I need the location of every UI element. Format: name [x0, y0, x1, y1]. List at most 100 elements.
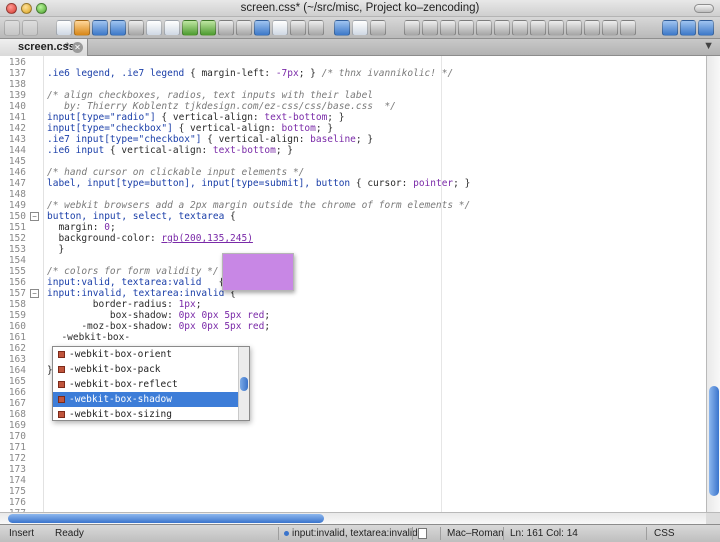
debug-icon[interactable] [494, 20, 510, 36]
tools-icon[interactable] [308, 20, 324, 36]
line-number: 160 [8, 321, 26, 332]
help-icon[interactable] [698, 20, 714, 36]
paste-icon[interactable] [164, 20, 180, 36]
cut-icon[interactable] [128, 20, 144, 36]
print-icon[interactable] [272, 20, 288, 36]
status-language[interactable]: CSS [654, 528, 675, 539]
bottom-pane-icon[interactable] [370, 20, 386, 36]
status-insert-mode[interactable]: Insert [9, 528, 34, 539]
file-icon[interactable] [418, 528, 427, 539]
line-number-gutter: 136 137 138 139 140 141 142 143 144 145 146 147 148 1… [0, 56, 44, 512]
fold-toggle-icon[interactable]: − [30, 289, 39, 298]
tab-screen-css[interactable]: screen.css * ✕ [0, 39, 88, 56]
vertical-scroll-thumb[interactable] [709, 386, 719, 496]
macro-stop-icon[interactable] [458, 20, 474, 36]
horizontal-scrollbar[interactable] [0, 512, 720, 525]
code-comment: /* hand cursor on clickable input elemen… [47, 167, 305, 178]
autocomplete-item[interactable]: -webkit-box-orient [53, 347, 239, 362]
close-icon[interactable]: ✕ [72, 42, 83, 53]
code-line: -moz-box-shadow: 0px 0px 5px red; [47, 321, 271, 332]
fold-toggle-icon[interactable]: − [30, 212, 39, 221]
css-property-icon [58, 381, 65, 388]
right-margin-guide [441, 56, 442, 512]
continue-icon[interactable] [584, 20, 600, 36]
step-over-icon[interactable] [530, 20, 546, 36]
line-number: 176 [8, 497, 26, 508]
code-editor[interactable]: 136 137 138 139 140 141 142 143 144 145 146 147 148 1… [0, 56, 706, 512]
line-number: 144 [8, 145, 26, 156]
terminal-icon[interactable] [680, 20, 696, 36]
line-number: 149 [8, 200, 26, 211]
color-value-link[interactable]: rgb(200,135,245) [161, 233, 253, 244]
forward-icon[interactable] [22, 20, 38, 36]
back-icon[interactable] [4, 20, 20, 36]
step-icon[interactable] [512, 20, 528, 36]
tab-list-dropdown-icon[interactable]: ▼ [703, 40, 714, 52]
right-pane-icon[interactable] [352, 20, 368, 36]
copy-icon[interactable] [146, 20, 162, 36]
code-comment: /* colors for form validity */ [47, 266, 219, 277]
save-all-icon[interactable] [110, 20, 126, 36]
line-number: 145 [8, 156, 26, 167]
find-icon[interactable] [218, 20, 234, 36]
project-icon[interactable] [662, 20, 678, 36]
redo-icon[interactable] [200, 20, 216, 36]
code-line: .ie6 input { vertical-align: text-bottom… [47, 145, 293, 156]
autocomplete-item[interactable]: -webkit-box-reflect [53, 377, 239, 392]
line-number: 163 [8, 354, 26, 365]
line-number: 155 [8, 266, 26, 277]
tab-modified-marker: * [65, 41, 70, 53]
line-number: 167 [8, 398, 26, 409]
break-icon[interactable] [566, 20, 582, 36]
autocomplete-item-label: -webkit-box-shadow [69, 394, 172, 405]
open-folder-icon[interactable] [74, 20, 90, 36]
symbol-icon [284, 531, 289, 536]
left-pane-icon[interactable] [334, 20, 350, 36]
toolbox-icon[interactable] [404, 20, 420, 36]
macro-save-icon[interactable] [476, 20, 492, 36]
status-separator [440, 527, 441, 540]
line-number: 147 [8, 178, 26, 189]
autocomplete-scrollbar[interactable] [238, 347, 249, 420]
line-number: 142 [8, 123, 26, 134]
code-line: box-shadow: 0px 0px 5px red; [47, 310, 271, 321]
autocomplete-item-label: -webkit-box-sizing [69, 409, 172, 420]
autocomplete-scroll-thumb[interactable] [240, 377, 248, 391]
line-number: 159 [8, 310, 26, 321]
line-number: 152 [8, 233, 26, 244]
line-number: 156 [8, 277, 26, 288]
window-title: screen.css* (~/src/misc, Project ko–zenc… [240, 2, 480, 14]
line-number: 164 [8, 365, 26, 376]
new-file-icon[interactable] [56, 20, 72, 36]
step-out-icon[interactable] [548, 20, 564, 36]
watch-icon[interactable] [620, 20, 636, 36]
line-number: 173 [8, 464, 26, 475]
toolbar-toggle-button[interactable] [694, 4, 714, 13]
css-property-icon [58, 366, 65, 373]
line-number: 146 [8, 167, 26, 178]
macro-record-icon[interactable] [422, 20, 438, 36]
code-line: label, input[type=button], input[type=su… [47, 178, 471, 189]
stop-icon[interactable] [602, 20, 618, 36]
macro-play-icon[interactable] [440, 20, 456, 36]
replace-icon[interactable] [236, 20, 252, 36]
undo-icon[interactable] [182, 20, 198, 36]
find-in-files-icon[interactable] [290, 20, 306, 36]
vertical-scrollbar[interactable] [706, 56, 720, 512]
autocomplete-item[interactable]: -webkit-box-shadow [53, 392, 239, 407]
status-encoding[interactable]: Mac–Roman [447, 528, 504, 539]
line-number: 151 [8, 222, 26, 233]
autocomplete-item[interactable]: -webkit-box-sizing [53, 407, 239, 420]
code-line: border-radius: 1px; [47, 299, 202, 310]
autocomplete-item[interactable]: -webkit-box-pack [53, 362, 239, 377]
line-number: 172 [8, 453, 26, 464]
autocomplete-item-label: -webkit-box-reflect [69, 379, 178, 390]
status-current-symbol[interactable]: input:invalid, textarea:invalid [292, 528, 418, 539]
code-line: .ie7 input[type="checkbox"] { vertical-a… [47, 134, 374, 145]
autocomplete-popup[interactable]: -webkit-box-orient -webkit-box-pack -webki… [52, 346, 250, 421]
save-icon[interactable] [92, 20, 108, 36]
horizontal-scroll-thumb[interactable] [8, 514, 324, 523]
css-property-icon [58, 411, 65, 418]
line-number: 154 [8, 255, 26, 266]
browser-preview-icon[interactable] [254, 20, 270, 36]
